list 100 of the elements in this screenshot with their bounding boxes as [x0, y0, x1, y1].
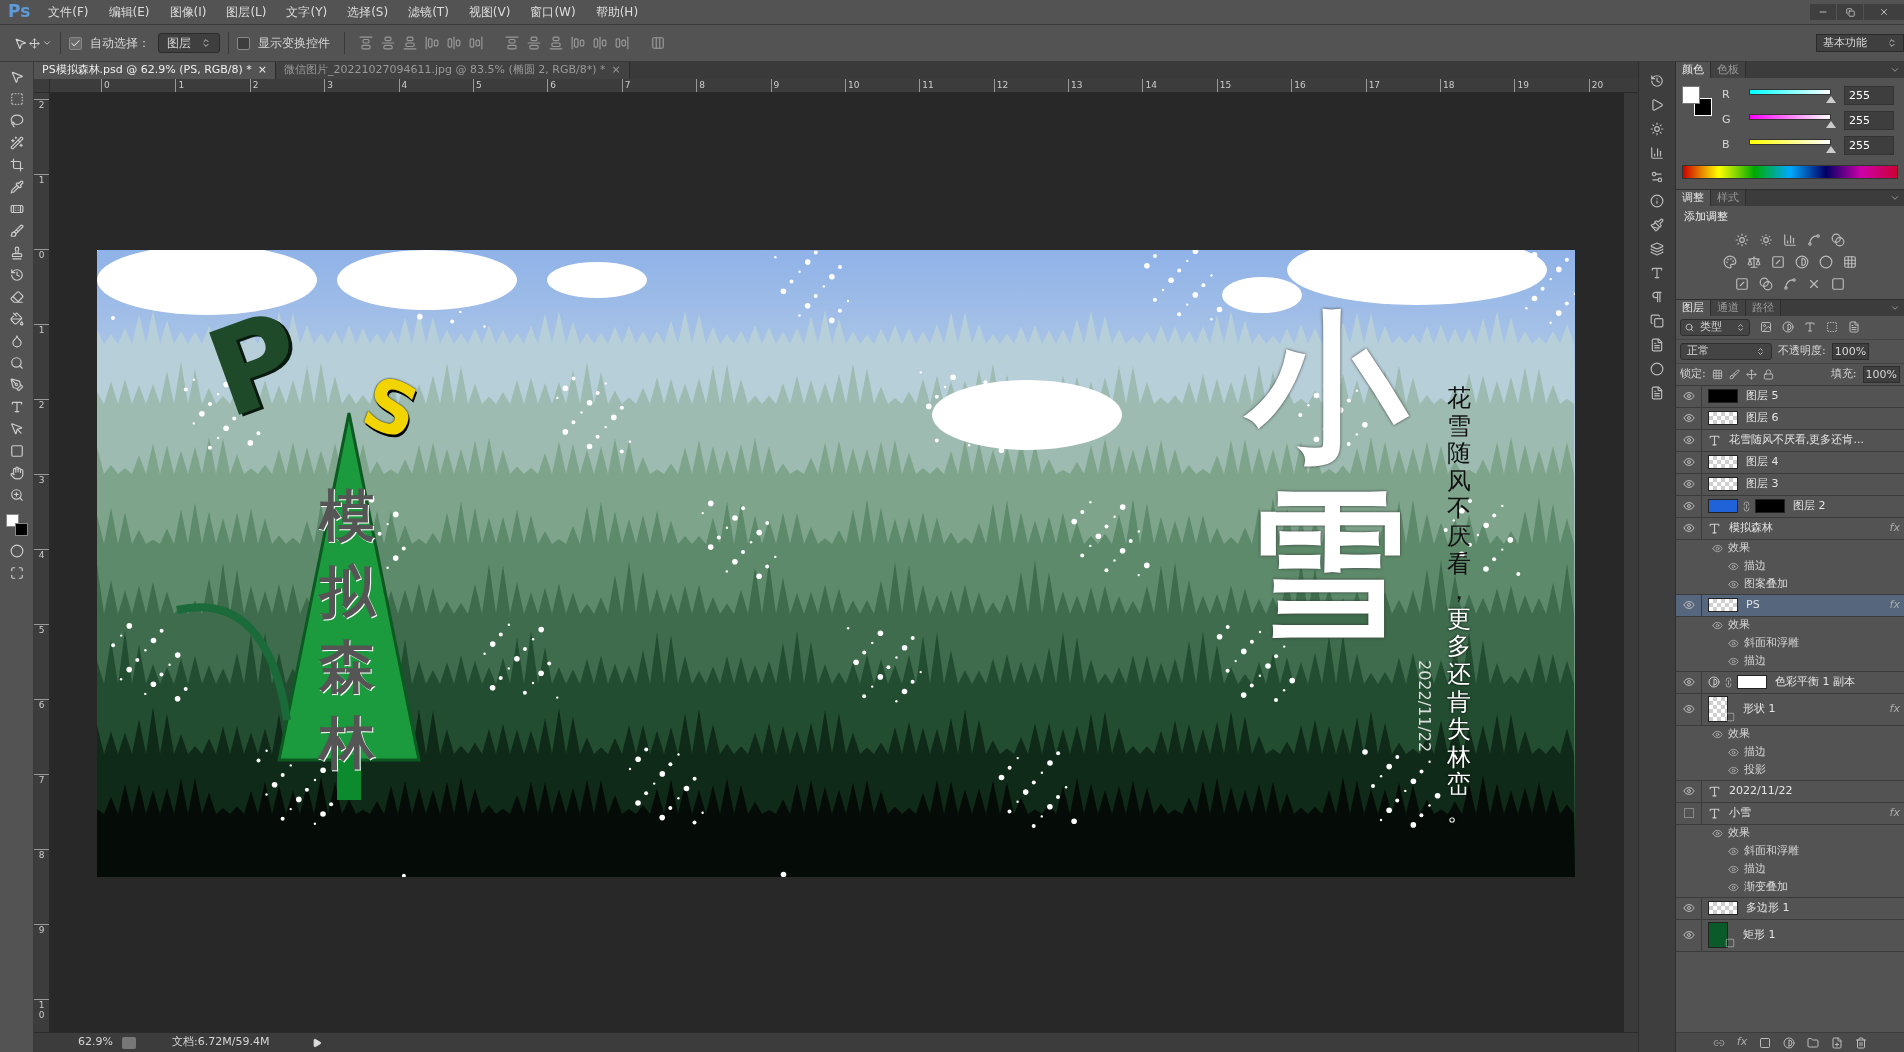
menu-item[interactable]: 编辑(E) — [98, 3, 160, 21]
effect-name[interactable]: 描边 — [1744, 861, 1766, 878]
status-menu-icon[interactable] — [312, 1037, 322, 1048]
info-icon[interactable] — [1650, 194, 1664, 208]
opacity-field[interactable]: 100% — [1831, 342, 1870, 360]
visibility-eye-icon[interactable] — [1682, 676, 1695, 688]
clone-source-icon[interactable] — [1650, 314, 1664, 328]
visibility-eye-icon[interactable] — [1682, 522, 1695, 534]
panel-tab[interactable]: 颜色 — [1676, 62, 1711, 78]
properties-icon[interactable] — [1650, 170, 1664, 184]
hue-icon[interactable] — [1723, 254, 1737, 269]
menu-item[interactable]: 文字(Y) — [276, 3, 338, 21]
menu-item[interactable]: 滤镜(T) — [398, 3, 459, 21]
effect-name[interactable]: 投影 — [1744, 762, 1766, 779]
layer-row[interactable]: 2022/11/22 — [1676, 780, 1904, 803]
align-icon[interactable] — [549, 36, 563, 50]
history-brush-icon[interactable] — [9, 268, 24, 282]
tab-close-button[interactable]: × — [611, 62, 621, 79]
align-icon[interactable] — [381, 36, 395, 50]
panel-tab[interactable]: 调整 — [1676, 190, 1711, 206]
effect-name[interactable]: 描边 — [1744, 744, 1766, 761]
checkbox[interactable] — [237, 36, 250, 50]
visibility-toggle[interactable] — [1683, 808, 1694, 818]
minimize-button[interactable] — [1810, 4, 1836, 20]
color-swatches[interactable] — [5, 514, 28, 536]
visibility-eye-icon[interactable] — [1682, 390, 1695, 402]
path-selection-icon[interactable] — [9, 422, 24, 436]
visibility-eye-icon[interactable] — [1682, 929, 1695, 941]
histogram-icon[interactable] — [1650, 146, 1664, 160]
menu-item[interactable]: 窗口(W) — [520, 3, 586, 21]
visibility-eye-icon[interactable] — [1682, 500, 1695, 512]
menu-item[interactable]: 文件(F) — [38, 3, 99, 21]
layer-row[interactable]: 多边形 1 — [1676, 897, 1904, 920]
stamp-tool-icon[interactable] — [9, 246, 24, 260]
layer-row[interactable]: 模拟森林 fx — [1676, 517, 1904, 540]
brightness-icon[interactable] — [1650, 122, 1664, 136]
fill-field[interactable]: 100% — [1862, 365, 1900, 383]
align-icon[interactable] — [425, 36, 439, 50]
marquee-tool-icon[interactable] — [9, 92, 24, 106]
paint-bucket-icon[interactable] — [9, 312, 24, 326]
rectangle-tool-icon[interactable] — [9, 444, 24, 458]
align-icon[interactable] — [615, 36, 629, 50]
type-tool-icon[interactable] — [9, 400, 24, 414]
layer-row[interactable]: 图层 4 — [1676, 451, 1904, 474]
target-dropdown[interactable]: 图层 — [158, 33, 220, 53]
menu-item[interactable]: 帮助(H) — [585, 3, 649, 21]
align-icon[interactable] — [593, 36, 607, 50]
play-icon[interactable] — [1650, 98, 1664, 112]
layer-row[interactable]: 图层 6 — [1676, 407, 1904, 430]
effect-name[interactable]: 渐变叠加 — [1744, 879, 1788, 896]
align-icon[interactable] — [505, 36, 519, 50]
visibility-eye-icon[interactable] — [1682, 412, 1695, 424]
slider-thumb[interactable] — [1826, 120, 1836, 128]
effect-name[interactable]: 斜面和浮雕 — [1744, 843, 1799, 860]
layers-icon[interactable] — [1650, 242, 1664, 256]
restore-button[interactable] — [1837, 4, 1863, 20]
color-swatches[interactable] — [1682, 86, 1712, 116]
effect-name[interactable]: 描边 — [1744, 558, 1766, 575]
layer-row[interactable]: 图层 5 — [1676, 385, 1904, 408]
blur-tool-icon[interactable] — [9, 334, 24, 348]
paragraph-icon[interactable] — [1650, 290, 1664, 304]
zoom-level[interactable]: 62.9% — [70, 1034, 122, 1051]
layer-row[interactable]: 图层 2 — [1676, 495, 1904, 518]
pen-tool-icon[interactable] — [9, 378, 24, 392]
eyedropper-icon[interactable] — [9, 180, 24, 194]
visibility-eye-icon[interactable] — [1682, 902, 1695, 914]
effect-name[interactable]: 描边 — [1744, 653, 1766, 670]
document-icon[interactable] — [1650, 386, 1664, 400]
visibility-eye-icon[interactable] — [1682, 785, 1695, 797]
checkbox[interactable] — [69, 36, 82, 50]
menu-item[interactable]: 图层(L) — [216, 3, 277, 21]
workspace-dropdown[interactable]: 基本功能 — [1816, 34, 1904, 52]
align-icon[interactable] — [359, 36, 373, 50]
effect-name[interactable]: 斜面和浮雕 — [1744, 635, 1799, 652]
visibility-eye-icon[interactable] — [1682, 456, 1695, 468]
zoom-tool-icon[interactable] — [9, 488, 24, 502]
brush-tool-icon[interactable] — [9, 224, 24, 238]
layer-row[interactable]: 色彩平衡 1 副本 — [1676, 671, 1904, 694]
visibility-eye-icon[interactable] — [1682, 703, 1695, 715]
channel-value-field[interactable]: 255 — [1844, 111, 1894, 130]
layer-row[interactable]: 图层 3 — [1676, 473, 1904, 496]
effect-name[interactable]: 图案叠加 — [1744, 576, 1788, 593]
notes-icon[interactable] — [1650, 338, 1664, 352]
menu-item[interactable]: 图像(I) — [159, 3, 217, 21]
crop-tool-icon[interactable] — [9, 158, 24, 172]
align-icon[interactable] — [527, 36, 541, 50]
document-tab[interactable]: 微信图片_20221027094611.jpg @ 83.5% (椭圆 2, RGB/8*) * × — [276, 62, 630, 79]
panel-tab[interactable]: 样式 — [1711, 190, 1746, 206]
align-icon[interactable] — [571, 36, 585, 50]
layer-row[interactable]: 小雪 fx — [1676, 802, 1904, 825]
character-icon[interactable] — [1650, 266, 1664, 280]
align-icon[interactable] — [447, 36, 461, 50]
magic-wand-icon[interactable] — [9, 136, 24, 150]
brightness-icon[interactable] — [1735, 232, 1749, 247]
filter-dropdown[interactable]: 类型 — [1680, 318, 1750, 336]
brush-preset-icon[interactable] — [1650, 218, 1664, 232]
visibility-eye-icon[interactable] — [1682, 434, 1695, 446]
history-icon[interactable] — [1650, 74, 1664, 88]
healing-brush-icon[interactable] — [9, 202, 24, 216]
layer-row[interactable]: 形状 1 fx — [1676, 693, 1904, 726]
